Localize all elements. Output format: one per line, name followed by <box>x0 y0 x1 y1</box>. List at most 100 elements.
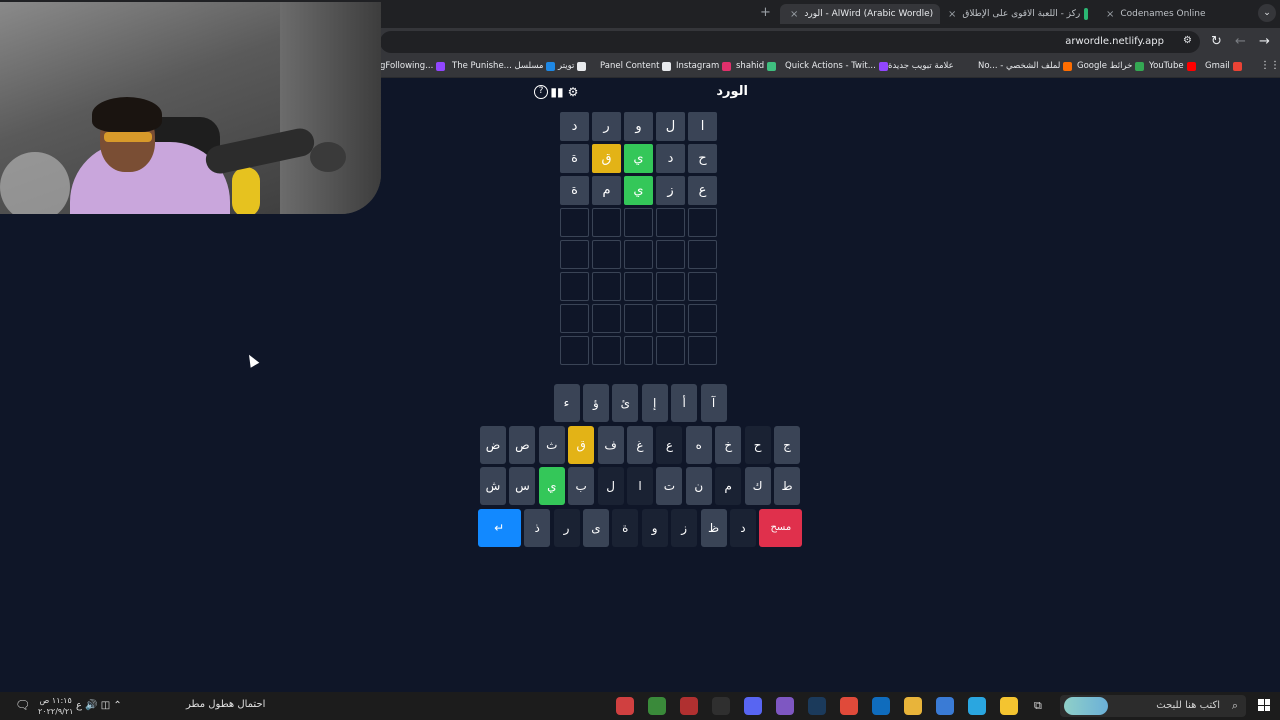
back-icon[interactable]: ← <box>1235 34 1246 49</box>
keyboard-key[interactable]: ش <box>480 467 506 505</box>
taskbar-clock[interactable]: ١١:١٥ ص ٢٠٢٢/٩/٢١ <box>38 695 73 717</box>
keyboard-key[interactable]: ع <box>656 425 683 464</box>
explorer-icon[interactable] <box>1000 697 1018 715</box>
omnibox[interactable]: arwordle.netlify.app ⚙ <box>380 31 1200 53</box>
keyboard-key[interactable]: و <box>641 508 668 547</box>
site-settings-icon[interactable]: ⚙ <box>1183 35 1192 46</box>
system-tray[interactable]: ع 🔊 ◫ ⌃ <box>76 700 122 711</box>
app-red-icon[interactable] <box>680 697 698 715</box>
tab-codenames[interactable]: × Codenames Online <box>1100 4 1230 24</box>
bookmark-label: تويتر <box>558 61 575 71</box>
keyboard-key[interactable]: ئ <box>612 384 639 422</box>
xbox-icon[interactable] <box>712 697 730 715</box>
taskbar-search[interactable]: اكتب هنا للبحث ⌕ <box>1060 695 1246 717</box>
keyboard-key[interactable]: إ <box>641 384 668 422</box>
keyboard-key[interactable]: أ <box>671 384 698 422</box>
forward-icon[interactable]: → <box>1259 34 1270 49</box>
board-tile: ي <box>624 144 653 173</box>
bookmark-item[interactable]: Gmail <box>1205 61 1245 71</box>
bookmark-item[interactable]: gFollowing... <box>380 61 448 71</box>
help-icon[interactable]: ? <box>534 85 548 99</box>
keyboard-key[interactable]: ف <box>597 425 624 464</box>
edge-icon[interactable] <box>968 697 986 715</box>
keyboard-key[interactable]: ط <box>774 467 800 505</box>
keyboard-key[interactable]: ل <box>597 467 624 505</box>
chrome-icon[interactable] <box>840 697 858 715</box>
keyboard-key[interactable]: ذ <box>524 508 551 547</box>
taskbar: 🗨 ١١:١٥ ص ٢٠٢٢/٩/٢١ ع 🔊 ◫ ⌃ احتمال هطول … <box>0 692 1280 720</box>
bookmark-item[interactable]: Google خرائط <box>1077 61 1147 71</box>
files-icon[interactable] <box>904 697 922 715</box>
bookmark-item[interactable]: The Punishe... مسلسل <box>452 61 558 71</box>
enter-key[interactable]: ↵ <box>477 508 521 547</box>
settings-icon[interactable]: ⚙ <box>566 85 580 99</box>
task-view-icon[interactable]: ⧉ <box>1034 699 1042 713</box>
url-text[interactable]: arwordle.netlify.app <box>1065 36 1164 47</box>
bookmark-item[interactable]: تويتر <box>558 61 589 71</box>
keyboard-key[interactable]: ح <box>744 425 771 464</box>
app-rainbow-icon[interactable] <box>616 697 634 715</box>
keyboard-key[interactable]: ث <box>538 425 565 464</box>
keyboard-key[interactable]: ظ <box>700 508 727 547</box>
keyboard-key[interactable]: خ <box>715 425 742 464</box>
bookmark-item[interactable]: Quick Actions - Twit... <box>785 61 891 71</box>
keyboard-key[interactable]: ة <box>612 508 639 547</box>
keyboard-key[interactable]: ن <box>685 467 712 505</box>
keyboard-key[interactable]: ؤ <box>582 384 609 422</box>
keyboard-key[interactable]: ء <box>553 384 580 422</box>
keyboard-key[interactable]: ك <box>744 467 771 505</box>
keyboard-key[interactable]: ا <box>627 467 653 505</box>
tab-search-icon[interactable]: ⌄ <box>1258 4 1276 22</box>
tab-close-icon[interactable]: × <box>1106 9 1114 20</box>
keyboard-key[interactable]: ى <box>582 508 609 547</box>
keyboard-key[interactable]: غ <box>627 425 653 464</box>
discord-icon[interactable] <box>744 697 762 715</box>
keyboard-key[interactable]: ي <box>538 467 565 505</box>
bookmark-label: Google خرائط <box>1077 61 1133 71</box>
board-tile <box>560 304 589 333</box>
keyboard-key[interactable]: ز <box>671 508 698 547</box>
delete-key[interactable]: مسح <box>759 508 803 547</box>
notification-icon[interactable]: 🗨 <box>15 698 30 712</box>
bookmark-item[interactable]: Instagram <box>676 61 734 71</box>
stats-icon[interactable]: ▮▮ <box>550 85 564 99</box>
keyboard-key[interactable]: ج <box>774 425 800 464</box>
windows-start-icon[interactable] <box>1258 699 1270 711</box>
app-green-icon[interactable] <box>648 697 666 715</box>
keyboard-key[interactable]: ت <box>656 467 683 505</box>
tab-alwird[interactable]: × الورد - AlWird (Arabic Wordle) <box>780 4 940 24</box>
reload-icon[interactable]: ↻ <box>1211 34 1222 49</box>
bookmark-label: YouTube <box>1149 61 1184 71</box>
bookmark-item[interactable]: YouTube <box>1149 61 1199 71</box>
apps-grid-icon[interactable]: ⋮⋮ <box>1260 60 1280 71</box>
keyboard-key[interactable]: ص <box>509 425 536 464</box>
tab-close-icon[interactable]: × <box>790 9 798 20</box>
board-tile <box>624 208 653 237</box>
keyboard-key[interactable]: م <box>715 467 742 505</box>
new-tab-button[interactable]: + <box>760 5 771 20</box>
keyboard-key[interactable]: ب <box>568 467 595 505</box>
bookmark-item[interactable]: Panel Content <box>600 61 674 71</box>
tab-rakkiz[interactable]: × ركز - اللعبة الاقوى على الإطلاق <box>942 4 1092 24</box>
favicon-icon <box>1084 8 1088 20</box>
search-placeholder: اكتب هنا للبحث <box>1156 700 1220 711</box>
tab-close-icon[interactable]: × <box>948 9 956 20</box>
bookmark-item[interactable]: shahid <box>736 61 779 71</box>
tab-title: ركز - اللعبة الاقوى على الإطلاق <box>962 9 1081 19</box>
bookmark-item[interactable]: No... - لملف الشخصي <box>978 61 1075 71</box>
bookmark-item[interactable]: علامة تبويب جديدة <box>888 61 954 71</box>
keyboard-key[interactable]: س <box>509 467 536 505</box>
board-tile: د <box>560 112 589 141</box>
keyboard-key[interactable]: ض <box>480 425 506 464</box>
keyboard-key[interactable]: ه <box>685 425 712 464</box>
keyboard-key[interactable]: ق <box>568 425 595 464</box>
keyboard-key[interactable]: ر <box>553 508 580 547</box>
outlook-icon[interactable] <box>872 697 890 715</box>
photos-icon[interactable] <box>776 697 794 715</box>
steam-icon[interactable] <box>808 697 826 715</box>
keyboard-key[interactable]: د <box>729 508 756 547</box>
weather-widget[interactable]: احتمال هطول مطر <box>186 699 265 710</box>
keyboard-key[interactable]: آ <box>700 384 727 422</box>
store-icon[interactable] <box>936 697 954 715</box>
x-icon <box>662 61 672 71</box>
